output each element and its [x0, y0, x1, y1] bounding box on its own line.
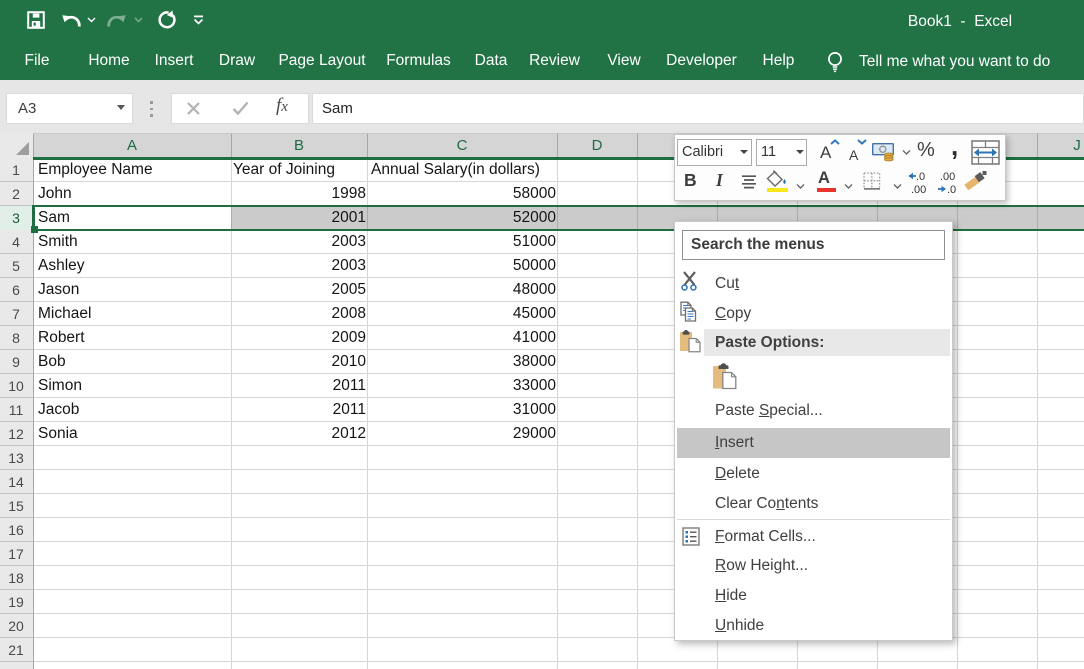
svg-text:.0: .0 [947, 184, 956, 196]
svg-text:.00: .00 [911, 184, 926, 196]
svg-text:.00: .00 [940, 171, 955, 183]
svg-text:.0: .0 [916, 171, 925, 183]
